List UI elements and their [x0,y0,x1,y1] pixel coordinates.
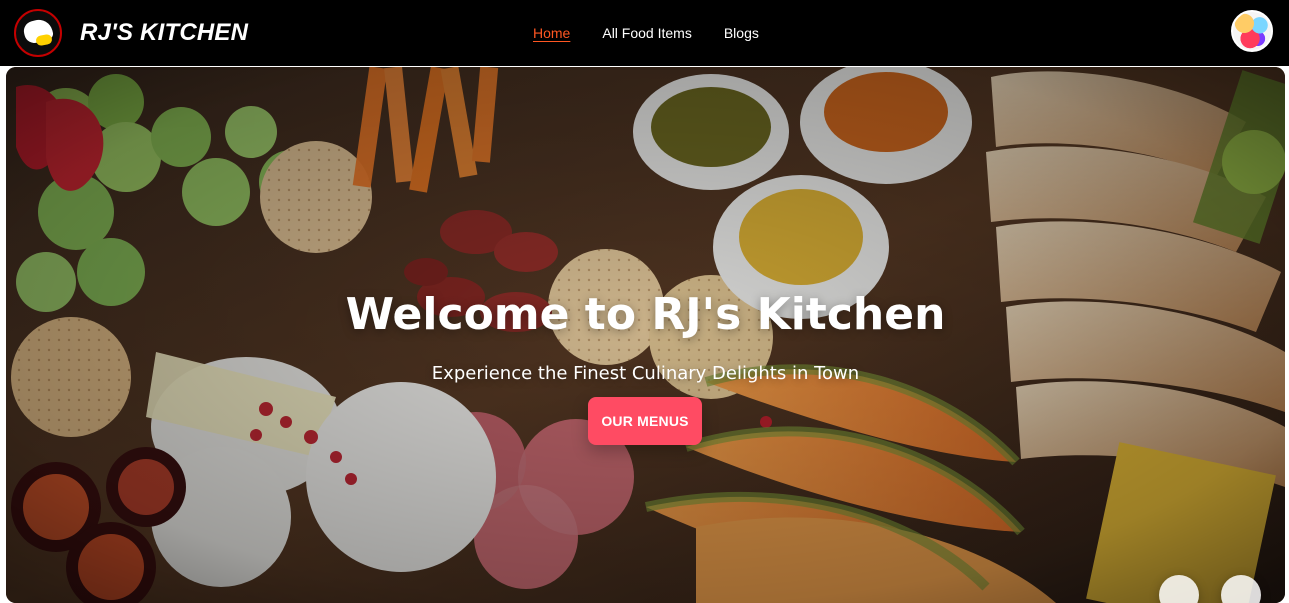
primary-nav: Home All Food Items Blogs [533,22,759,44]
nav-link-home[interactable]: Home [533,22,570,44]
hero-banner: Welcome to RJ's Kitchen Experience the F… [6,67,1285,603]
user-avatar-button[interactable] [1231,10,1273,52]
hero-food-background [6,67,1285,603]
top-navbar: RJ'S KITCHEN Home All Food Items Blogs [0,0,1289,66]
our-menus-button[interactable]: OUR MENUS [588,397,702,445]
nav-link-blogs[interactable]: Blogs [724,22,759,44]
nav-link-all-food-items[interactable]: All Food Items [602,22,691,44]
kitchen-logo [14,9,62,57]
brand-title: RJ'S KITCHEN [80,19,249,46]
brand-home-link[interactable]: RJ'S KITCHEN [14,9,248,57]
